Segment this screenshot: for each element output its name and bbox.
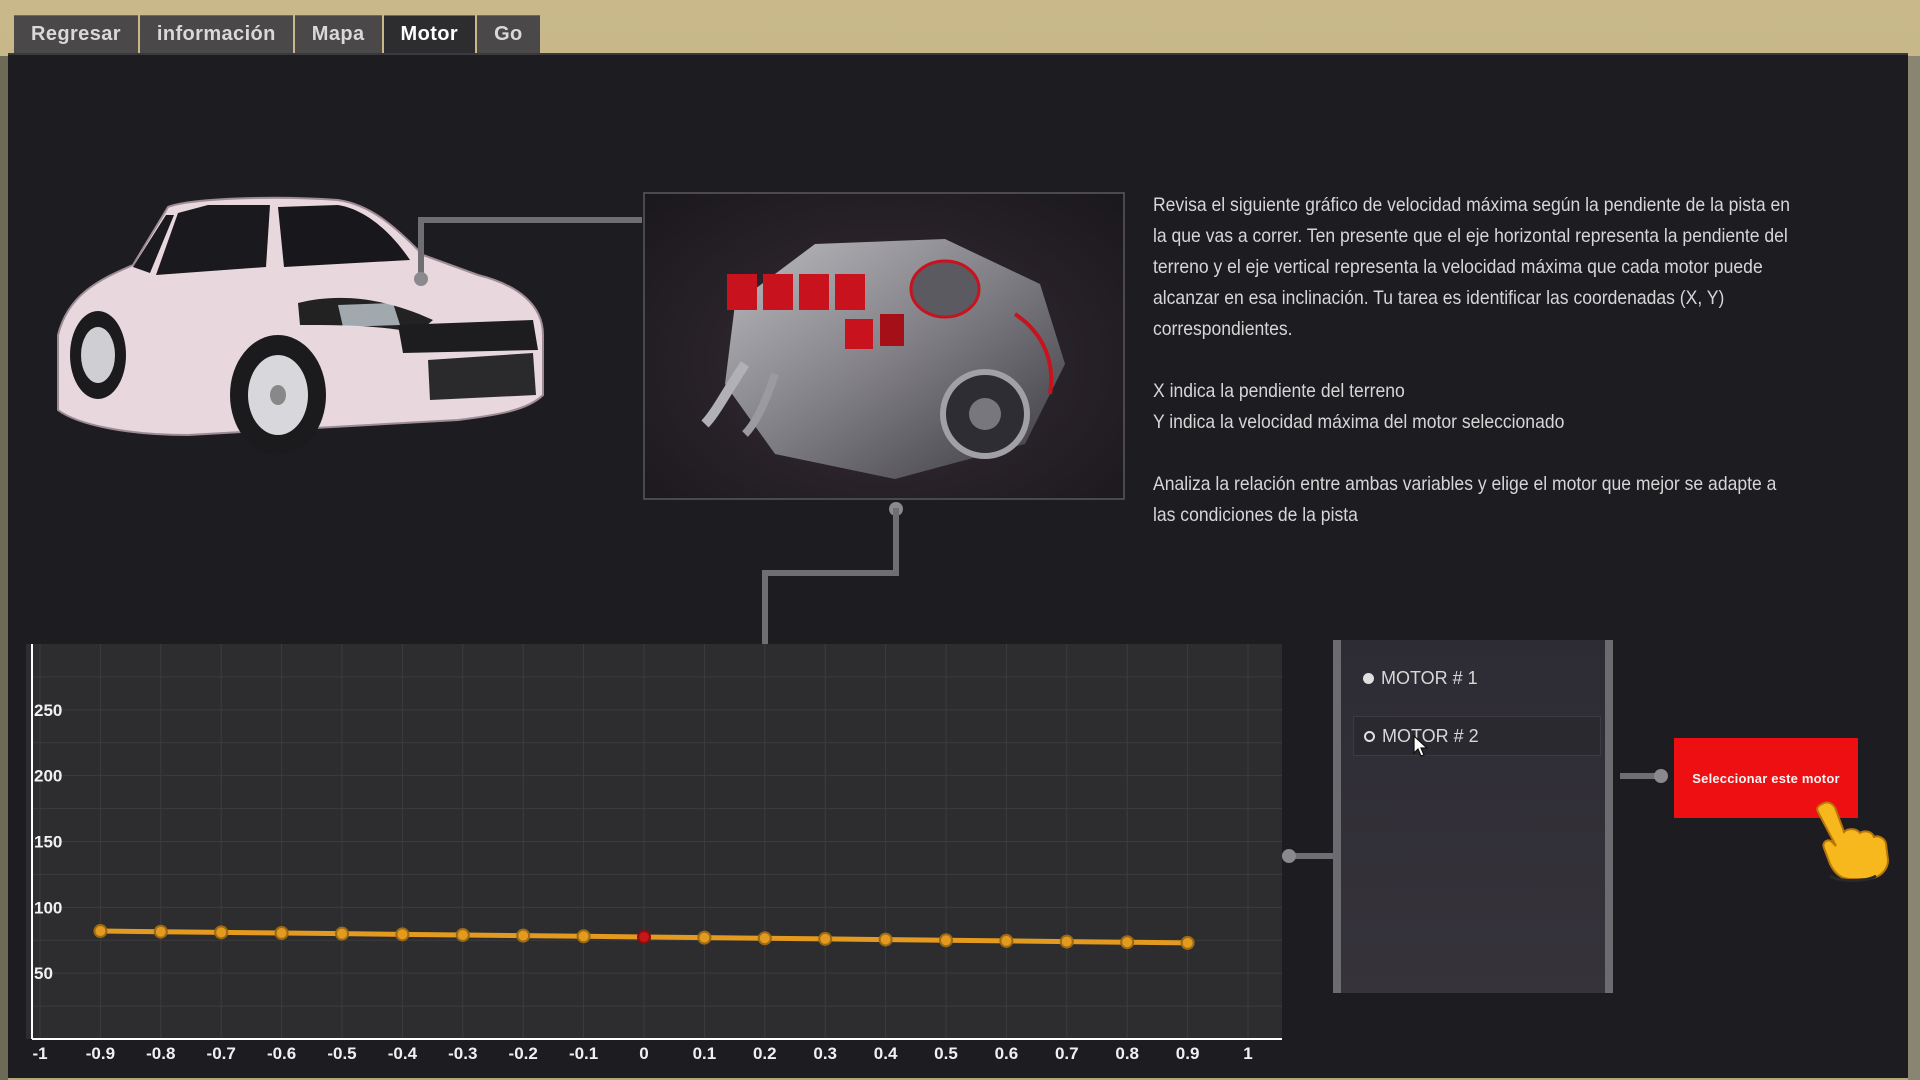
series-point[interactable]: [818, 931, 833, 946]
y-tick-label: 250: [34, 701, 62, 720]
series-point[interactable]: [999, 933, 1014, 948]
series-point[interactable]: [455, 927, 470, 942]
x-tick-label: -0.7: [207, 1044, 236, 1063]
x-tick-label: 0.3: [813, 1044, 837, 1063]
x-tick-label: -0.5: [327, 1044, 356, 1063]
motor-option-2-label: MOTOR # 2: [1382, 725, 1479, 746]
connector-button-dot: [1654, 769, 1668, 783]
x-tick-label: 0.6: [995, 1044, 1019, 1063]
tab-regresar[interactable]: Regresar: [14, 15, 138, 53]
connector-engine-v2: [762, 570, 768, 644]
x-tick-label: 0.5: [934, 1044, 958, 1063]
y-tick-label: 100: [34, 898, 62, 917]
pointing-hand-icon: [1816, 801, 1890, 882]
background-edge-right: [1908, 56, 1920, 1080]
series-point[interactable]: [395, 927, 410, 942]
x-tick-label: 0.9: [1176, 1044, 1200, 1063]
series-point[interactable]: [274, 926, 289, 941]
x-tick-label: -0.4: [388, 1044, 418, 1063]
speed-slope-chart: 50 100 150 200 250 -1 -0.9 -0.8 -0.7 -0.6 -0.5 -0.…: [26, 644, 1282, 1063]
x-tick-label: 1: [1243, 1044, 1252, 1063]
x-tick-label: 0.8: [1115, 1044, 1139, 1063]
series-point[interactable]: [93, 924, 108, 939]
connector-car-v: [418, 217, 424, 277]
x-tick-label: 0.4: [874, 1044, 898, 1063]
motor-option-1[interactable]: MOTOR # 1: [1353, 658, 1601, 698]
engine-image: [643, 192, 1125, 500]
motor-list-panel: MOTOR # 1 MOTOR # 2: [1333, 640, 1613, 993]
tab-bar: Regresar información Mapa Motor Go: [14, 15, 540, 53]
instructions-x-line: X indica la pendiente del terreno: [1153, 380, 1405, 402]
series-point[interactable]: [637, 929, 651, 944]
instructions-paragraph-3: Analiza la relación entre ambas variable…: [1153, 473, 1777, 526]
mouse-cursor-icon: [1413, 734, 1429, 757]
motor-option-2[interactable]: MOTOR # 2: [1353, 716, 1601, 756]
x-tick-label: 0: [639, 1044, 648, 1063]
x-tick-label: -0.1: [569, 1044, 598, 1063]
series-point[interactable]: [335, 926, 349, 941]
connector-car-h: [418, 217, 642, 223]
background-edge-left: [0, 56, 8, 1080]
series-point[interactable]: [153, 924, 168, 939]
tab-go[interactable]: Go: [477, 15, 540, 53]
car-front-wheel: [230, 335, 326, 455]
y-tick-label: 50: [34, 964, 53, 983]
x-tick-label: -0.2: [509, 1044, 538, 1063]
motor-option-1-label: MOTOR # 1: [1381, 667, 1478, 688]
instructions-y-line: Y indica la velocidad máxima del motor s…: [1153, 411, 1565, 433]
y-tick-label: 200: [34, 767, 62, 786]
series-point[interactable]: [757, 931, 772, 946]
connector-car-dot: [414, 272, 428, 286]
x-tick-label: -0.6: [267, 1044, 296, 1063]
series-point[interactable]: [878, 932, 893, 947]
series-point[interactable]: [697, 930, 712, 945]
instructions-paragraph-2: X indica la pendiente del terreno Y indi…: [1153, 376, 1794, 438]
x-tick-label: -0.8: [146, 1044, 175, 1063]
instructions-paragraph-1: Revisa el siguiente gráfico de velocidad…: [1153, 194, 1791, 340]
connector-engine-h: [762, 570, 899, 576]
connector-engine-v1: [893, 508, 899, 576]
series-point[interactable]: [1059, 934, 1074, 949]
x-tick-label: -0.3: [448, 1044, 477, 1063]
series-point[interactable]: [939, 933, 953, 948]
connector-chart-dot: [1282, 849, 1296, 863]
series-point[interactable]: [1180, 935, 1195, 950]
x-tick-label: 0.1: [693, 1044, 717, 1063]
radio-filled-icon[interactable]: [1363, 672, 1374, 684]
x-tick-label: -0.9: [86, 1044, 115, 1063]
tab-motor[interactable]: Motor: [383, 15, 476, 53]
series-point[interactable]: [214, 925, 229, 940]
instructions-text: Revisa el siguiente gráfico de velocidad…: [1153, 190, 1794, 531]
x-tick-label: -1: [32, 1044, 47, 1063]
x-tick-label: 0.2: [753, 1044, 777, 1063]
tab-informacion[interactable]: información: [139, 15, 293, 53]
tab-mapa[interactable]: Mapa: [294, 15, 382, 53]
engine-illustration: [701, 239, 1065, 479]
y-tick-label: 150: [34, 833, 62, 852]
series-point[interactable]: [576, 929, 591, 944]
series-point[interactable]: [516, 928, 531, 943]
car-rear-wheel: [70, 311, 126, 399]
x-tick-label: 0.7: [1055, 1044, 1079, 1063]
car-image: [57, 196, 544, 455]
series-point[interactable]: [1120, 935, 1135, 950]
radio-empty-icon[interactable]: [1364, 730, 1375, 742]
chart-x-ticks: -1 -0.9 -0.8 -0.7 -0.6 -0.5 -0.4 -0.3 -0.2 -0.1 0 0…: [32, 1044, 1252, 1063]
